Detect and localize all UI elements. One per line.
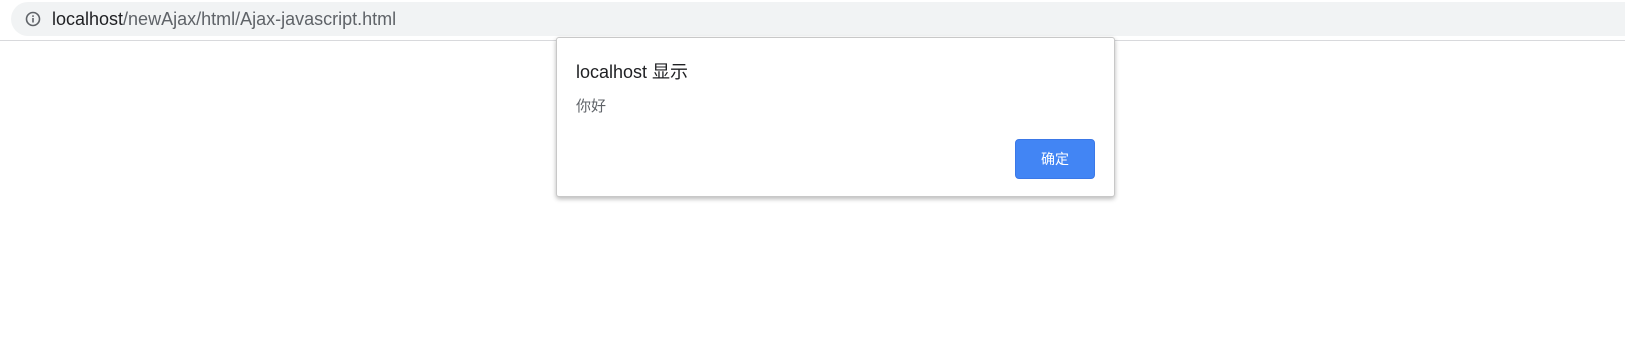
alert-dialog: localhost 显示 你好 确定 — [556, 37, 1115, 197]
address-bar[interactable]: localhost/newAjax/html/Ajax-javascript.h… — [11, 2, 1625, 36]
info-icon[interactable] — [25, 11, 41, 27]
browser-toolbar: localhost/newAjax/html/Ajax-javascript.h… — [0, 0, 1625, 41]
dialog-title: localhost 显示 — [576, 62, 689, 82]
url-text[interactable]: localhost/newAjax/html/Ajax-javascript.h… — [52, 8, 396, 30]
ok-button[interactable]: 确定 — [1015, 139, 1095, 179]
dialog-message: 你好 — [576, 98, 607, 115]
url-path: /newAjax/html/Ajax-javascript.html — [123, 9, 397, 29]
url-host: localhost — [52, 9, 124, 29]
